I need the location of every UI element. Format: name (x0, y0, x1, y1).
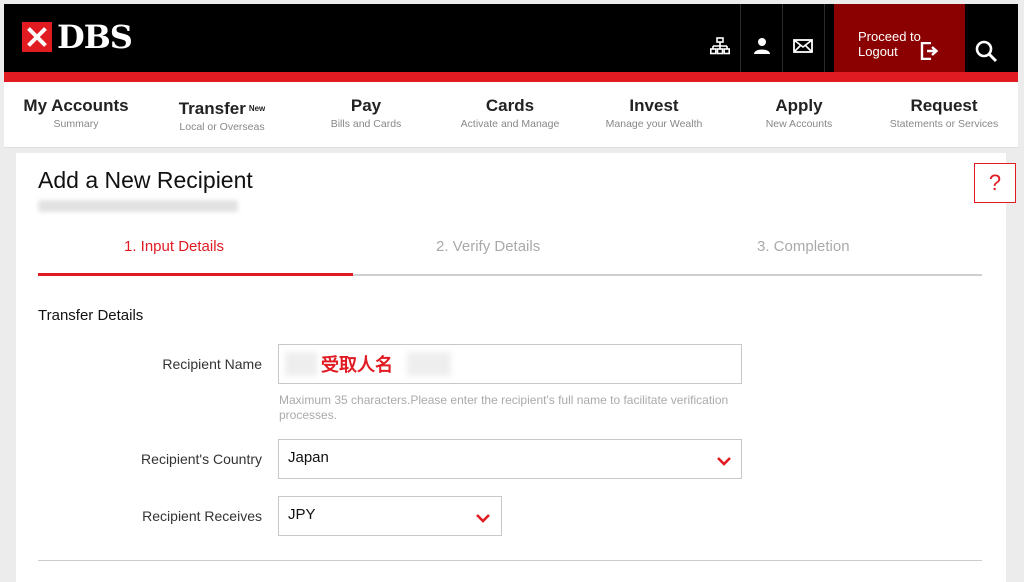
nav-pay[interactable]: Pay Bills and Cards (302, 96, 430, 131)
recipient-name-hint: Maximum 35 characters.Please enter the r… (279, 393, 729, 422)
section-divider (38, 560, 982, 561)
header-divider (824, 4, 825, 72)
nav-apply[interactable]: Apply New Accounts (735, 96, 863, 131)
recipient-name-field[interactable]: 受取人名 (278, 344, 742, 384)
main-nav: My Accounts Summary Transfer New Local or… (4, 82, 1018, 148)
redacted-text (285, 352, 317, 376)
nav-transfer[interactable]: Transfer New Local or Overseas (158, 99, 286, 134)
recipient-currency-select[interactable]: JPY (278, 496, 502, 536)
logout-button[interactable]: Proceed to Logout (834, 4, 965, 72)
step-completion: 3. Completion (757, 238, 850, 255)
search-icon[interactable] (975, 40, 999, 68)
header-divider (740, 4, 741, 72)
nav-request[interactable]: Request Statements or Services (872, 96, 1016, 131)
recipient-receives-label: Recipient Receives (142, 508, 262, 524)
recipient-name-label: Recipient Name (162, 356, 262, 372)
brand-stripe (4, 72, 1018, 82)
new-badge: New (248, 104, 266, 113)
mail-icon[interactable] (791, 34, 815, 58)
nav-cards[interactable]: Cards Activate and Manage (438, 96, 582, 131)
recipient-name-value: 受取人名 (321, 355, 393, 376)
help-button[interactable]: ? (974, 163, 1016, 203)
progress-active-bar (38, 273, 353, 276)
header-divider (782, 4, 783, 72)
chevron-down-icon (716, 452, 732, 471)
chevron-down-icon (475, 509, 491, 528)
sitemap-icon[interactable] (708, 34, 732, 58)
recipient-country-value: Japan (288, 449, 329, 466)
recipient-country-select[interactable]: Japan (278, 439, 742, 479)
user-icon[interactable] (750, 34, 774, 58)
section-title: Transfer Details (38, 307, 144, 324)
redacted-timestamp (38, 200, 238, 212)
step-input-details: 1. Input Details (124, 238, 225, 255)
dbs-logo[interactable]: DBS (22, 18, 133, 56)
nav-invest[interactable]: Invest Manage your Wealth (584, 96, 724, 131)
recipient-country-label: Recipient's Country (141, 451, 262, 467)
nav-my-accounts[interactable]: My Accounts Summary (12, 96, 140, 131)
recipient-currency-value: JPY (288, 506, 316, 523)
logout-label: Proceed to Logout (858, 29, 921, 59)
logout-icon (920, 41, 940, 64)
step-verify-details: 2. Verify Details (436, 238, 541, 255)
page-title: Add a New Recipient (38, 167, 253, 193)
logo-text: DBS (57, 18, 133, 56)
dbs-logo-icon (22, 22, 52, 52)
redacted-text (407, 352, 451, 376)
